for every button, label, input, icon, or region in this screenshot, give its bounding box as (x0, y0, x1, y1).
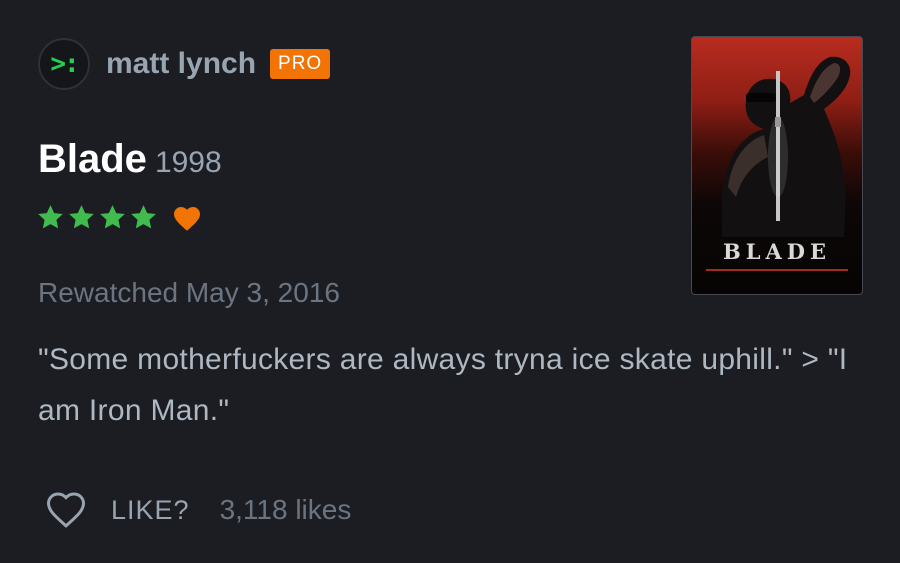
author-name[interactable]: matt lynch (106, 47, 256, 81)
rating-row (36, 203, 202, 232)
film-year[interactable]: 1998 (155, 146, 222, 180)
star-icon (69, 205, 94, 229)
liked-heart-icon (174, 206, 200, 231)
star-icon (131, 205, 156, 229)
film-title[interactable]: Blade (38, 137, 147, 182)
poster-title: BLADE (722, 239, 832, 264)
star-rating (36, 203, 158, 232)
star-icon (100, 205, 125, 229)
like-count[interactable]: 3,118 likes (220, 494, 352, 526)
avatar[interactable]: >: (38, 38, 90, 90)
review-author[interactable]: >: matt lynch PRO (38, 38, 331, 90)
film-poster[interactable]: BLADE (691, 36, 863, 295)
like-heart-icon[interactable] (43, 490, 89, 530)
pro-badge: PRO (270, 49, 331, 79)
poster-underline (706, 269, 848, 271)
film-heading: Blade 1998 (38, 137, 222, 182)
avatar-glyph: >: (50, 49, 79, 79)
review-card: >: matt lynch PRO Blade 1998 Rewatched M… (0, 0, 900, 563)
like-row: LIKE? 3,118 likes (43, 490, 351, 530)
star-icon (38, 205, 63, 229)
watched-date[interactable]: Rewatched May 3, 2016 (38, 277, 340, 309)
review-body: "Some motherfuckers are always tryna ice… (38, 343, 848, 427)
like-button[interactable]: LIKE? (111, 495, 190, 526)
